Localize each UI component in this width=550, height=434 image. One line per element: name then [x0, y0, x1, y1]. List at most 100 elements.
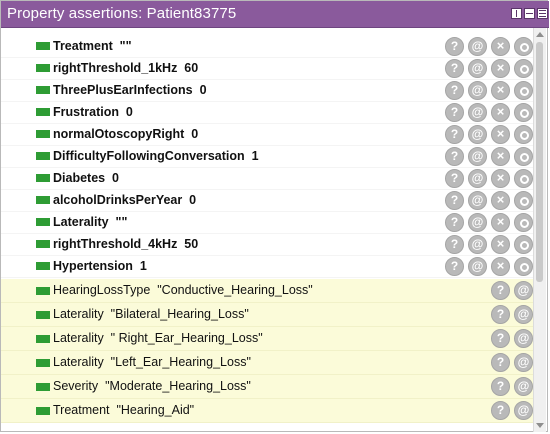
edit-icon[interactable] [514, 103, 533, 122]
data-property-assertion-icon [36, 174, 50, 182]
edit-icon[interactable] [514, 191, 533, 210]
explain-icon[interactable]: ? [445, 37, 464, 56]
assertion-text: ThreePlusEarInfections 0 [53, 83, 207, 97]
property-assertions-view: Property assertions: Patient83775 Treatm… [0, 0, 549, 432]
assertion-text: alcoholDrinksPerYear 0 [53, 193, 197, 207]
annotate-icon[interactable]: @ [468, 191, 487, 210]
inferred-assertion-row[interactable]: HearingLossType "Conductive_Hearing_Loss… [1, 279, 536, 303]
asserted-assertion-row[interactable]: Laterality "" ? @ × [1, 212, 536, 234]
edit-icon[interactable] [514, 169, 533, 188]
inferred-assertion-row[interactable]: Treatment "Hearing_Aid" ? @ [1, 399, 536, 423]
explain-icon[interactable]: ? [445, 59, 464, 78]
explain-icon[interactable]: ? [445, 213, 464, 232]
explain-icon[interactable]: ? [445, 125, 464, 144]
scroll-up-icon[interactable] [536, 32, 544, 37]
delete-icon[interactable]: × [491, 37, 510, 56]
explain-icon[interactable]: ? [445, 235, 464, 254]
annotate-icon[interactable]: @ [514, 377, 533, 396]
edit-icon[interactable] [514, 37, 533, 56]
data-property-assertion-icon [36, 218, 50, 226]
edit-icon[interactable] [514, 235, 533, 254]
split-view-icon[interactable] [511, 8, 522, 19]
annotate-icon[interactable]: @ [468, 37, 487, 56]
assertion-text: Laterality " Right_Ear_Hearing_Loss" [53, 331, 263, 345]
inferred-assertion-row[interactable]: Laterality "Left_Ear_Hearing_Loss" ? @ [1, 351, 536, 375]
delete-icon[interactable]: × [491, 235, 510, 254]
delete-icon[interactable]: × [491, 147, 510, 166]
delete-icon[interactable]: × [491, 103, 510, 122]
asserted-assertion-row[interactable]: DifficultyFollowingConversation 1 ? @ × [1, 146, 536, 168]
delete-icon[interactable]: × [491, 81, 510, 100]
asserted-assertion-row[interactable]: alcoholDrinksPerYear 0 ? @ × [1, 190, 536, 212]
explain-icon[interactable]: ? [491, 281, 510, 300]
annotate-icon[interactable]: @ [468, 235, 487, 254]
asserted-assertion-row[interactable]: rightThreshold_1kHz 60 ? @ × [1, 58, 536, 80]
inferred-assertion-row[interactable]: Laterality " Right_Ear_Hearing_Loss" ? @ [1, 327, 536, 351]
asserted-assertion-row[interactable]: ThreePlusEarInfections 0 ? @ × [1, 80, 536, 102]
explain-icon[interactable]: ? [445, 191, 464, 210]
data-property-assertion-icon [36, 196, 50, 204]
explain-icon[interactable]: ? [491, 329, 510, 348]
edit-icon[interactable] [514, 81, 533, 100]
delete-icon[interactable]: × [491, 257, 510, 276]
asserted-assertion-row[interactable]: Diabetes 0 ? @ × [1, 168, 536, 190]
annotate-icon[interactable]: @ [468, 147, 487, 166]
explain-icon[interactable]: ? [491, 305, 510, 324]
edit-icon[interactable] [514, 125, 533, 144]
explain-icon[interactable]: ? [491, 401, 510, 420]
view-options-icon[interactable] [537, 8, 548, 19]
explain-icon[interactable]: ? [491, 377, 510, 396]
annotate-icon[interactable]: @ [468, 213, 487, 232]
annotate-icon[interactable]: @ [514, 281, 533, 300]
minimize-view-icon[interactable] [524, 8, 535, 19]
scrollbar-thumb[interactable] [536, 42, 543, 282]
explain-icon[interactable]: ? [445, 81, 464, 100]
assertion-text: Laterality "Left_Ear_Hearing_Loss" [53, 355, 251, 369]
annotate-icon[interactable]: @ [468, 169, 487, 188]
annotate-icon[interactable]: @ [468, 59, 487, 78]
data-property-assertion-icon [36, 240, 50, 248]
delete-icon[interactable]: × [491, 191, 510, 210]
vertical-scrollbar[interactable] [533, 28, 546, 432]
asserted-assertion-row[interactable]: Treatment "" ? @ × [1, 36, 536, 58]
delete-icon[interactable]: × [491, 125, 510, 144]
inferred-assertion-row[interactable]: Laterality "Bilateral_Hearing_Loss" ? @ [1, 303, 536, 327]
data-property-assertion-icon [36, 287, 50, 295]
edit-icon[interactable] [514, 147, 533, 166]
assertion-text: DifficultyFollowingConversation 1 [53, 149, 259, 163]
assertion-text: Treatment "Hearing_Aid" [53, 403, 195, 417]
annotate-icon[interactable]: @ [468, 103, 487, 122]
asserted-assertion-row[interactable]: Frustration 0 ? @ × [1, 102, 536, 124]
delete-icon[interactable]: × [491, 213, 510, 232]
assertion-text: HearingLossType "Conductive_Hearing_Loss… [53, 283, 313, 297]
scroll-down-icon[interactable] [536, 423, 544, 428]
data-property-assertion-icon [36, 335, 50, 343]
edit-icon[interactable] [514, 213, 533, 232]
assertion-text: rightThreshold_1kHz 60 [53, 61, 199, 75]
annotate-icon[interactable]: @ [468, 81, 487, 100]
data-property-assertion-icon [36, 311, 50, 319]
asserted-assertion-row[interactable]: normalOtoscopyRight 0 ? @ × [1, 124, 536, 146]
annotate-icon[interactable]: @ [468, 125, 487, 144]
data-property-assertion-icon [36, 152, 50, 160]
asserted-assertion-row[interactable]: Hypertension 1 ? @ × [1, 256, 536, 278]
annotate-icon[interactable]: @ [514, 353, 533, 372]
annotate-icon[interactable]: @ [514, 305, 533, 324]
edit-icon[interactable] [514, 257, 533, 276]
assertion-text: Severity "Moderate_Hearing_Loss" [53, 379, 251, 393]
annotate-icon[interactable]: @ [514, 329, 533, 348]
explain-icon[interactable]: ? [445, 103, 464, 122]
asserted-assertion-row[interactable]: rightThreshold_4kHz 50 ? @ × [1, 234, 536, 256]
data-property-assertion-icon [36, 383, 50, 391]
edit-icon[interactable] [514, 59, 533, 78]
explain-icon[interactable]: ? [491, 353, 510, 372]
annotate-icon[interactable]: @ [514, 401, 533, 420]
annotate-icon[interactable]: @ [468, 257, 487, 276]
delete-icon[interactable]: × [491, 169, 510, 188]
explain-icon[interactable]: ? [445, 169, 464, 188]
explain-icon[interactable]: ? [445, 147, 464, 166]
inferred-assertion-row[interactable]: Severity "Moderate_Hearing_Loss" ? @ [1, 375, 536, 399]
delete-icon[interactable]: × [491, 59, 510, 78]
data-property-assertion-icon [36, 86, 50, 94]
explain-icon[interactable]: ? [445, 257, 464, 276]
